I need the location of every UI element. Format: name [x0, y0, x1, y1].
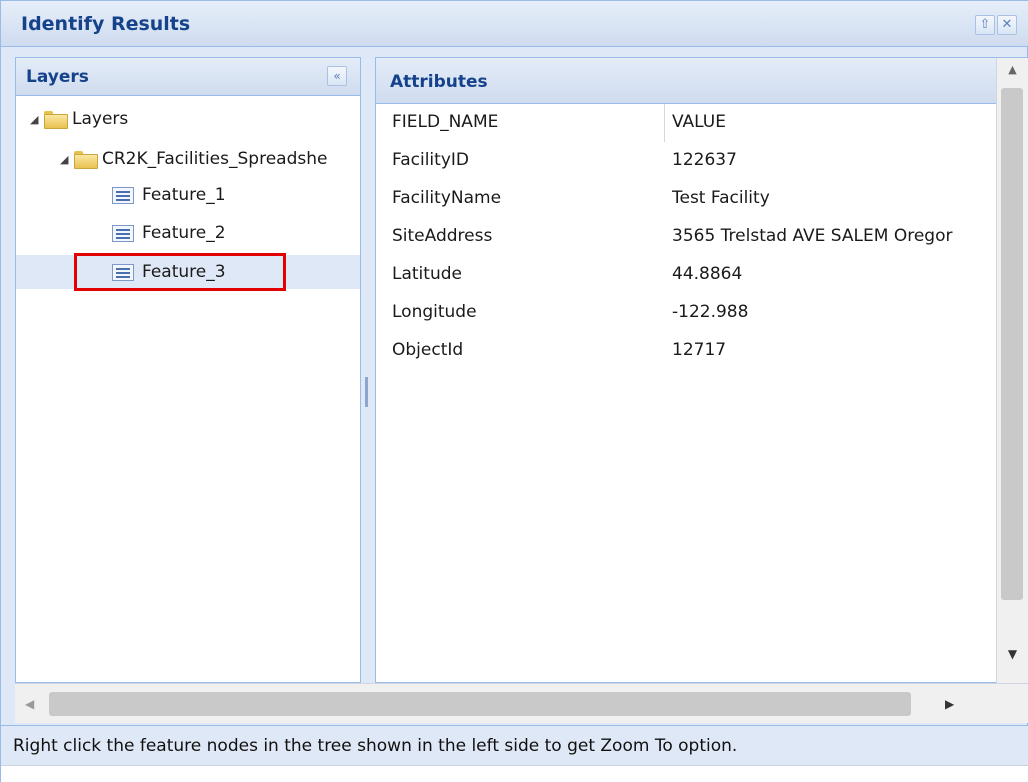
- column-header-field-name[interactable]: FIELD_NAME: [392, 112, 662, 132]
- tree-node-label: CR2K_Facilities_Spreadshe: [102, 149, 328, 169]
- value-cell: -122.988: [672, 302, 749, 322]
- grid-header-row: FIELD_NAME VALUE: [376, 104, 996, 142]
- close-icon[interactable]: ✕: [997, 15, 1017, 35]
- expanded-arrow-icon[interactable]: ◢: [60, 153, 74, 166]
- feature-icon: [112, 224, 134, 242]
- tree-node-feature-2[interactable]: Feature_2: [112, 216, 226, 250]
- tree-node-feature-1[interactable]: Feature_1: [112, 178, 226, 212]
- folder-icon: [44, 111, 68, 129]
- identify-results-window: Identify Results ⇧ ✕ Layers « ◢ Layers ◢…: [0, 0, 1028, 782]
- panel-splitter[interactable]: [361, 57, 375, 683]
- table-row[interactable]: FacilityName Test Facility: [376, 180, 996, 218]
- tree-node-label: Layers: [72, 109, 129, 129]
- layers-panel: Layers « ◢ Layers ◢ CR2K_Facilities_Spre…: [15, 57, 361, 683]
- scroll-right-arrow-icon[interactable]: ▶: [945, 692, 965, 716]
- scroll-up-arrow-icon[interactable]: ▲: [997, 58, 1028, 82]
- splitter-grip[interactable]: [365, 377, 368, 407]
- layers-panel-title: Layers: [26, 67, 89, 87]
- field-name-cell: Longitude: [392, 302, 477, 322]
- expanded-arrow-icon[interactable]: ◢: [30, 113, 44, 126]
- selection-highlight-box: [74, 253, 286, 291]
- column-header-value[interactable]: VALUE: [672, 112, 996, 132]
- field-name-cell: ObjectId: [392, 340, 464, 360]
- tree-node-label: Feature_1: [142, 185, 226, 205]
- value-cell: 44.8864: [672, 264, 743, 284]
- attributes-panel: Attributes FIELD_NAME VALUE FacilityID 1…: [375, 57, 1028, 684]
- table-row[interactable]: ObjectId 12717: [376, 332, 996, 370]
- scroll-down-arrow-icon[interactable]: ▼: [997, 642, 1028, 666]
- collapse-left-panel-icon[interactable]: «: [327, 66, 347, 86]
- attributes-grid: FIELD_NAME VALUE FacilityID 122637 Facil…: [376, 104, 996, 370]
- status-footer: Right click the feature nodes in the tre…: [1, 725, 1028, 765]
- vertical-scroll-thumb[interactable]: [1001, 88, 1023, 600]
- table-row[interactable]: Latitude 44.8864: [376, 256, 996, 294]
- attributes-panel-header: Attributes: [376, 58, 996, 104]
- value-cell: 3565 Trelstad AVE SALEM Oregor: [672, 226, 953, 246]
- feature-icon: [112, 186, 134, 204]
- column-resize-handle[interactable]: [664, 104, 665, 142]
- window-titlebar: Identify Results ⇧ ✕: [1, 1, 1028, 47]
- scroll-left-arrow-icon[interactable]: ◀: [25, 692, 45, 716]
- field-name-cell: FacilityName: [392, 188, 502, 208]
- bottom-strip: [1, 765, 1028, 782]
- field-name-cell: SiteAddress: [392, 226, 493, 246]
- collapse-window-icon[interactable]: ⇧: [975, 15, 995, 35]
- field-name-cell: FacilityID: [392, 150, 469, 170]
- tree-node-group[interactable]: ◢ CR2K_Facilities_Spreadshe: [60, 142, 327, 176]
- table-row[interactable]: FacilityID 122637: [376, 142, 996, 180]
- field-name-cell: Latitude: [392, 264, 462, 284]
- attributes-panel-title: Attributes: [390, 72, 488, 92]
- layers-panel-header: Layers «: [16, 58, 360, 96]
- tree-node-label: Feature_2: [142, 223, 226, 243]
- vertical-scrollbar[interactable]: ▲ ▼: [996, 58, 1028, 684]
- horizontal-scrollbar[interactable]: ◀ ▶: [15, 683, 1028, 723]
- window-title: Identify Results: [21, 13, 191, 35]
- tree-node-layers-root[interactable]: ◢ Layers: [30, 102, 128, 136]
- footer-hint-text: Right click the feature nodes in the tre…: [13, 736, 738, 756]
- table-row[interactable]: SiteAddress 3565 Trelstad AVE SALEM Oreg…: [376, 218, 996, 256]
- table-row[interactable]: Longitude -122.988: [376, 294, 996, 332]
- value-cell: 12717: [672, 340, 727, 360]
- horizontal-scroll-thumb[interactable]: [49, 692, 911, 716]
- value-cell: 122637: [672, 150, 737, 170]
- value-cell: Test Facility: [672, 188, 770, 208]
- folder-icon: [74, 151, 98, 169]
